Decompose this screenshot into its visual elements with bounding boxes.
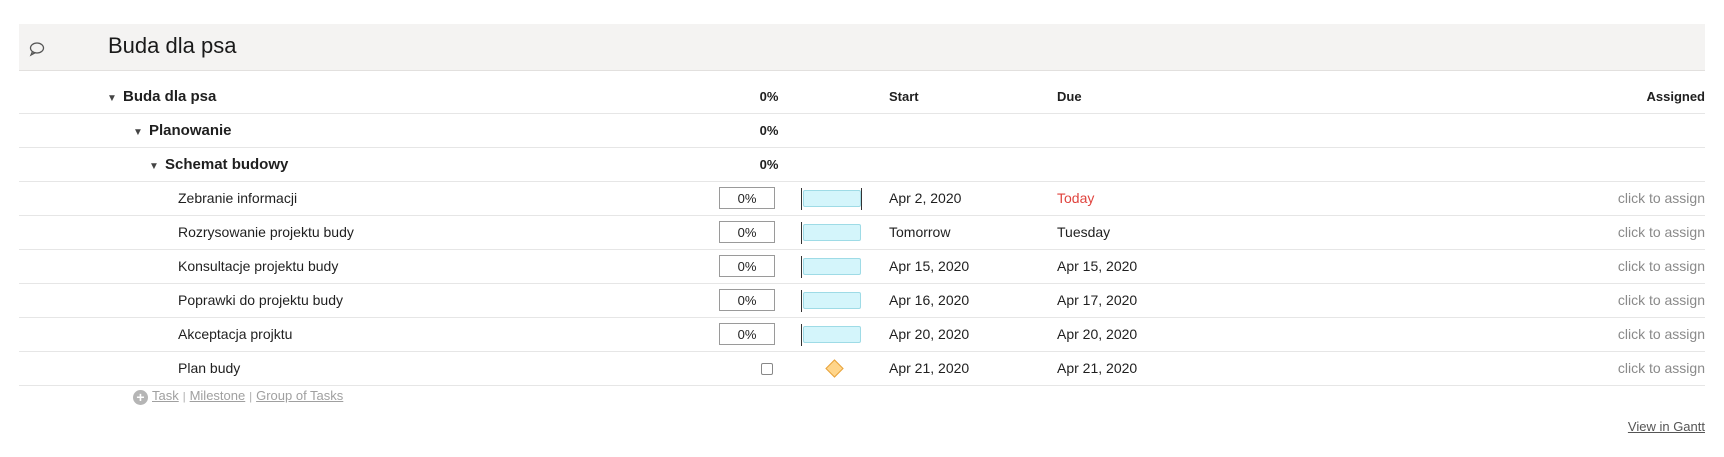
milestone-due-date[interactable]: Apr 21, 2020 (1057, 352, 1137, 385)
task-progress-input[interactable]: 0% (719, 221, 775, 243)
milestone-diamond-icon[interactable] (825, 359, 844, 378)
gantt-bar-start-marker (801, 256, 802, 278)
add-circle-icon[interactable]: + (133, 390, 148, 405)
add-task-link[interactable]: Task (152, 388, 179, 403)
gantt-bar-fill (803, 258, 861, 275)
comment-icon[interactable] (28, 40, 46, 58)
add-group-link[interactable]: Group of Tasks (256, 388, 343, 403)
group-progress: 0% (759, 89, 779, 104)
task-name[interactable]: Zebranie informacji (178, 182, 297, 215)
task-row: Akceptacja projktu 0% Apr 20, 2020 Apr 2… (19, 318, 1705, 352)
assign-link[interactable]: click to assign (1618, 216, 1705, 249)
task-row: Zebranie informacji 0% Apr 2, 2020 Today… (19, 182, 1705, 216)
task-start-date[interactable]: Apr 2, 2020 (889, 182, 961, 215)
collapse-triangle-icon[interactable]: ▼ (107, 82, 119, 115)
gantt-bar[interactable] (801, 188, 862, 210)
due-column-header: Due (1057, 89, 1082, 104)
task-start-date[interactable]: Tomorrow (889, 216, 950, 249)
group-progress: 0% (759, 157, 779, 172)
task-start-date[interactable]: Apr 15, 2020 (889, 250, 969, 283)
task-progress-input[interactable]: 0% (719, 289, 775, 311)
task-progress-input[interactable]: 0% (719, 323, 775, 345)
task-name[interactable]: Poprawki do projektu budy (178, 284, 343, 317)
task-row: Poprawki do projektu budy 0% Apr 16, 202… (19, 284, 1705, 318)
milestone-start-date[interactable]: Apr 21, 2020 (889, 352, 969, 385)
task-due-date[interactable]: Today (1057, 182, 1094, 215)
task-row: Rozrysowanie projektu budy 0% Tomorrow T… (19, 216, 1705, 250)
group-row: ▼ Planowanie 0% (19, 114, 1705, 148)
assign-link[interactable]: click to assign (1618, 352, 1705, 385)
group-name[interactable]: ▼ Buda dla psa (107, 80, 216, 115)
gantt-bar-start-marker (801, 188, 802, 210)
start-column-header: Start (889, 89, 919, 104)
task-start-date[interactable]: Apr 20, 2020 (889, 318, 969, 351)
task-list: ▼ Buda dla psa 0% Start Due Assigned ▼ Pla… (19, 80, 1705, 386)
collapse-triangle-icon[interactable]: ▼ (149, 150, 161, 183)
group-row: ▼ Buda dla psa 0% Start Due Assigned (19, 80, 1705, 114)
assign-link[interactable]: click to assign (1618, 182, 1705, 215)
gantt-bar[interactable] (801, 324, 862, 346)
task-name[interactable]: Rozrysowanie projektu budy (178, 216, 354, 249)
task-row: Konsultacje projektu budy 0% Apr 15, 202… (19, 250, 1705, 284)
task-start-date[interactable]: Apr 16, 2020 (889, 284, 969, 317)
gantt-bar-fill (803, 190, 861, 207)
gantt-bar-fill (803, 224, 861, 241)
view-in-gantt-link[interactable]: View in Gantt (1628, 419, 1705, 434)
assigned-column-header: Assigned (1646, 89, 1705, 104)
milestone-checkbox[interactable] (761, 363, 773, 375)
gantt-bar-fill (803, 292, 861, 309)
gantt-bar-end-marker (861, 188, 862, 210)
gantt-bar-fill (803, 326, 861, 343)
gantt-bar-start-marker (801, 290, 802, 312)
collapse-triangle-icon[interactable]: ▼ (133, 116, 145, 149)
page-title: Buda dla psa (108, 33, 237, 58)
group-name[interactable]: ▼ Planowanie (133, 114, 232, 149)
task-name[interactable]: Akceptacja projktu (178, 318, 292, 351)
group-name[interactable]: ▼ Schemat budowy (149, 148, 288, 183)
milestone-name[interactable]: Plan budy (178, 352, 240, 385)
assign-link[interactable]: click to assign (1618, 318, 1705, 351)
task-progress-input[interactable]: 0% (719, 255, 775, 277)
task-due-date[interactable]: Apr 15, 2020 (1057, 250, 1137, 283)
gantt-bar-start-marker (801, 324, 802, 346)
task-due-date[interactable]: Tuesday (1057, 216, 1110, 249)
milestone-row: Plan budy Apr 21, 2020 Apr 21, 2020 clic… (19, 352, 1705, 386)
task-progress-input[interactable]: 0% (719, 187, 775, 209)
assign-link[interactable]: click to assign (1618, 250, 1705, 283)
task-name[interactable]: Konsultacje projektu budy (178, 250, 338, 283)
gantt-bar[interactable] (801, 290, 862, 312)
assign-link[interactable]: click to assign (1618, 284, 1705, 317)
add-milestone-link[interactable]: Milestone (190, 388, 246, 403)
gantt-bar[interactable] (801, 222, 862, 244)
group-row: ▼ Schemat budowy 0% (19, 148, 1705, 182)
gantt-bar-start-marker (801, 222, 802, 244)
add-items-bar: + Task | Milestone | Group of Tasks (133, 388, 343, 405)
gantt-bar[interactable] (801, 256, 862, 278)
task-due-date[interactable]: Apr 20, 2020 (1057, 318, 1137, 351)
group-progress: 0% (759, 123, 779, 138)
project-header: Buda dla psa (19, 24, 1705, 71)
task-due-date[interactable]: Apr 17, 2020 (1057, 284, 1137, 317)
